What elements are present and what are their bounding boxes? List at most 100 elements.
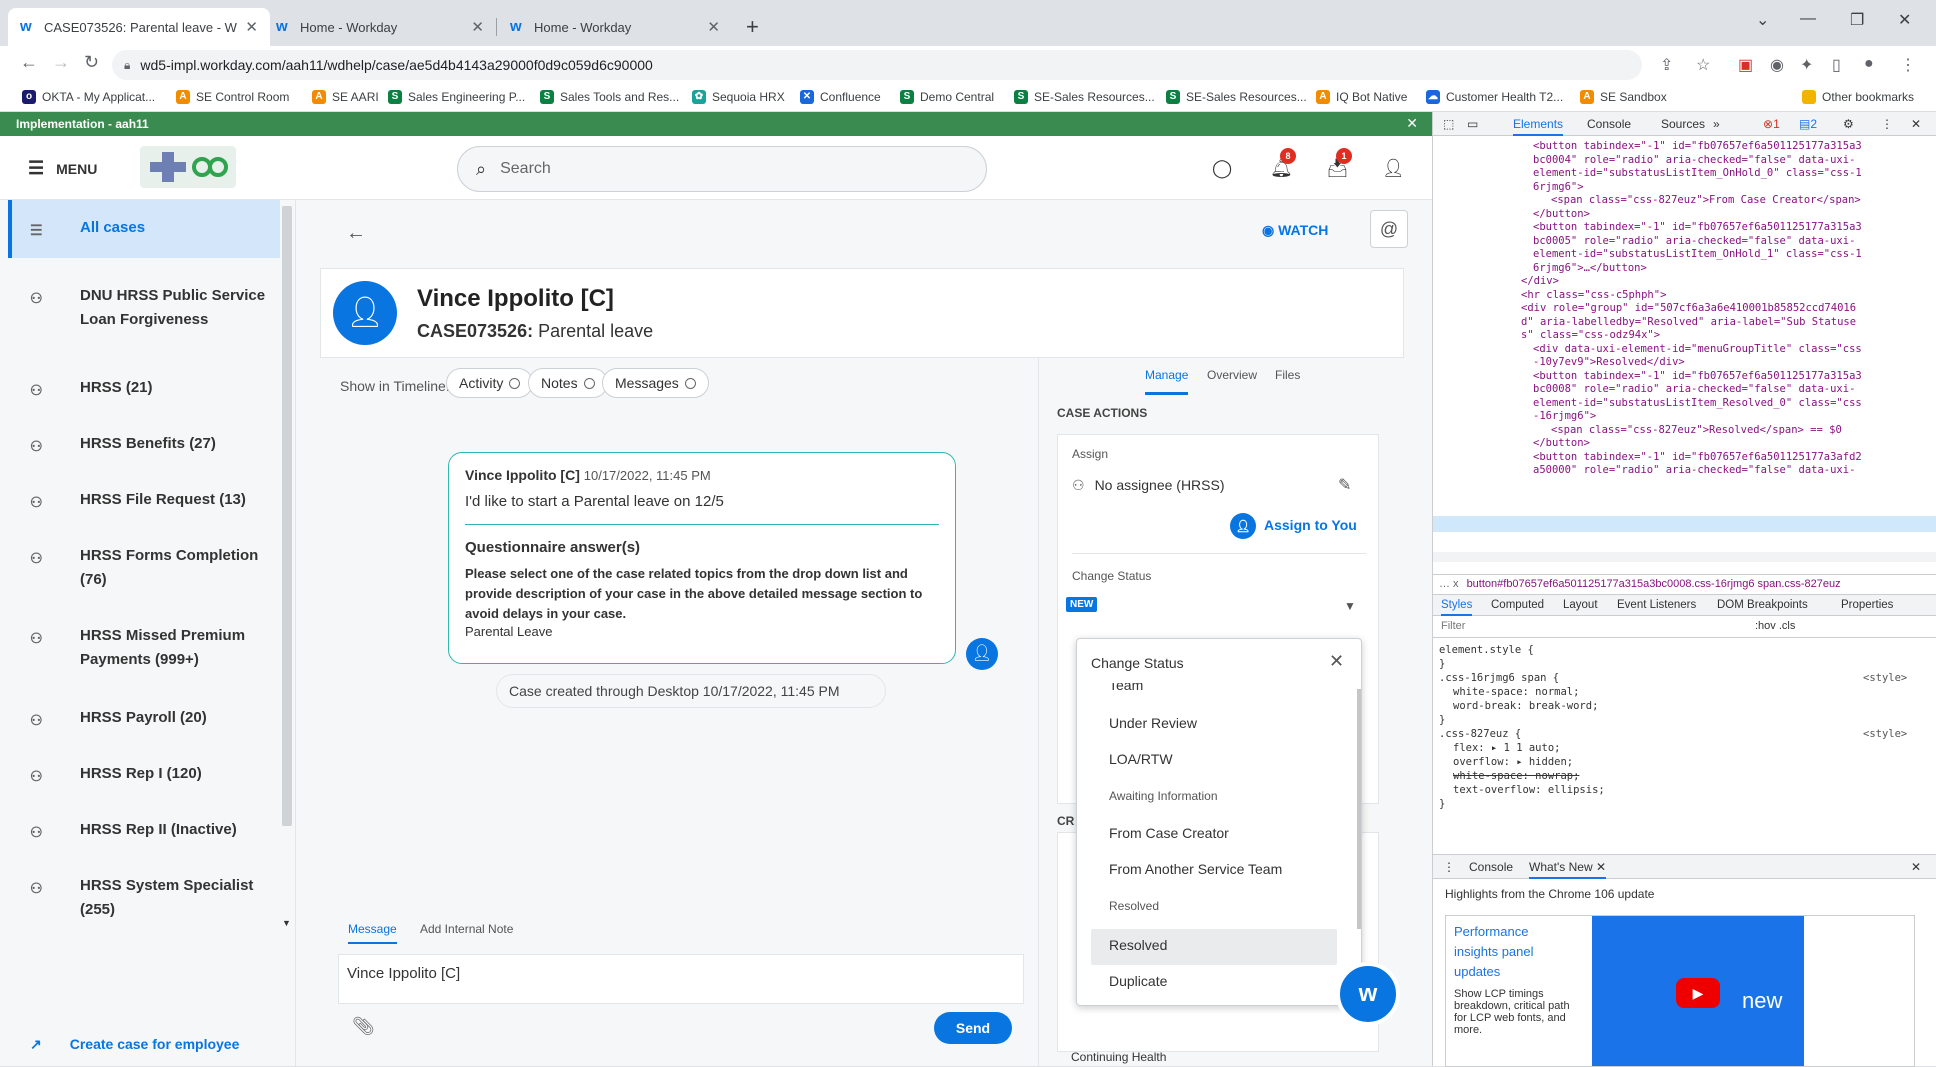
dom-tree[interactable]: <button tabindex="-1" id="fb07657ef6a501… bbox=[1433, 136, 1936, 566]
tab-drawer-console[interactable]: Console bbox=[1469, 860, 1513, 874]
tab-computed[interactable]: Computed bbox=[1491, 599, 1544, 611]
status-option-resolved[interactable]: Resolved bbox=[1109, 937, 1167, 953]
dom-line[interactable]: bc0004" role="radio" aria-checked="false… bbox=[1533, 154, 1855, 168]
profile-icon[interactable]: ● bbox=[1864, 55, 1874, 73]
tab-dom-breakpoints[interactable]: DOM Breakpoints bbox=[1717, 599, 1808, 611]
dom-horizontal-scrollbar[interactable] bbox=[1433, 552, 1936, 562]
browser-tab-home-1[interactable]: w Home - Workday ✕ bbox=[264, 8, 496, 46]
close-devtools-icon[interactable]: ✕ bbox=[1911, 117, 1921, 131]
bookmark-item[interactable]: A IQ Bot Native bbox=[1316, 90, 1407, 104]
dom-line[interactable]: bc0005" role="radio" aria-checked="false… bbox=[1533, 235, 1855, 249]
popup-scrollbar[interactable] bbox=[1357, 689, 1361, 929]
close-popup-icon[interactable]: ✕ bbox=[1329, 651, 1344, 672]
dom-line[interactable]: </button> bbox=[1533, 437, 1590, 451]
dom-line[interactable]: 6rjmg6"> bbox=[1533, 181, 1584, 195]
share-icon[interactable]: ⇪ bbox=[1660, 55, 1673, 75]
side-panel-icon[interactable]: ▯ bbox=[1832, 55, 1841, 75]
status-option-duplicate[interactable]: Duplicate bbox=[1109, 973, 1167, 989]
dom-line[interactable]: a50000" role="radio" aria-checked="false… bbox=[1533, 464, 1855, 478]
tab-whats-new[interactable]: What's New ✕ bbox=[1529, 860, 1607, 879]
bookmark-item[interactable]: S Sales Engineering P... bbox=[388, 90, 525, 104]
dom-line[interactable]: <div data-uxi-element-id="menuGroupTitle… bbox=[1533, 343, 1862, 357]
filter-notes[interactable]: Notes bbox=[528, 368, 608, 398]
forward-icon[interactable]: → bbox=[52, 52, 70, 73]
bookmark-star-icon[interactable]: ☆ bbox=[1696, 55, 1710, 75]
close-tab-icon[interactable]: ✕ bbox=[707, 18, 720, 36]
bookmark-item[interactable]: ✿ Sequoia HRX bbox=[692, 90, 785, 104]
dom-line[interactable]: <span class="css-827euz">Resolved</span>… bbox=[1551, 424, 1842, 438]
style-source[interactable]: <style> bbox=[1863, 728, 1907, 742]
address-bar[interactable]: 🔒︎ wd5-impl.workday.com/aah11/wdhelp/cas… bbox=[112, 50, 1642, 80]
minimize-button[interactable]: — bbox=[1800, 10, 1816, 28]
dom-line[interactable]: -16rjmg6"> bbox=[1533, 410, 1596, 424]
inspect-element-icon[interactable]: ⬚ bbox=[1443, 117, 1454, 131]
error-count[interactable]: ⊗1 bbox=[1763, 117, 1780, 131]
close-drawer-icon[interactable]: ✕ bbox=[1911, 860, 1921, 874]
extension-icon[interactable]: ◉ bbox=[1770, 55, 1784, 75]
reload-icon[interactable]: ↻ bbox=[84, 52, 99, 73]
tab-overview[interactable]: Overview bbox=[1207, 368, 1257, 382]
workday-assistant-button[interactable]: w bbox=[1336, 962, 1400, 1026]
back-icon[interactable]: ← bbox=[20, 52, 38, 73]
status-option-team[interactable]: Team bbox=[1109, 683, 1143, 693]
restore-button[interactable]: ❐ bbox=[1850, 10, 1864, 30]
attach-paperclip-icon[interactable]: 📎︎ bbox=[352, 1016, 375, 1037]
tab-internal-note[interactable]: Add Internal Note bbox=[420, 922, 513, 936]
bookmark-item[interactable]: A SE Sandbox bbox=[1580, 90, 1667, 104]
profile-avatar-icon[interactable]: 👤︎ bbox=[1382, 158, 1405, 179]
tab-console[interactable]: Console bbox=[1587, 117, 1631, 131]
chrome-menu-icon[interactable]: ⋮ bbox=[1900, 55, 1916, 75]
menu-button[interactable]: ☰ MENU bbox=[28, 158, 97, 179]
tab-search-icon[interactable]: ⌄ bbox=[1756, 10, 1769, 30]
dom-line[interactable]: -10y7ev9">Resolved</div> bbox=[1533, 356, 1685, 370]
close-tab-icon[interactable]: ✕ bbox=[245, 18, 258, 36]
message-count[interactable]: ▤2 bbox=[1799, 117, 1817, 131]
company-logo[interactable] bbox=[140, 146, 236, 188]
tab-elements[interactable]: Elements bbox=[1513, 117, 1564, 136]
dom-line[interactable]: element-id="substatusListItem_Resolved_0… bbox=[1533, 397, 1862, 411]
more-tabs-icon[interactable]: » bbox=[1713, 117, 1720, 131]
tab-message[interactable]: Message bbox=[348, 922, 397, 944]
browser-tab-case[interactable]: w CASE073526: Parental leave - Wo ✕ bbox=[8, 8, 270, 46]
dom-line[interactable]: <div role="group" id="507cf6a3a6e410001b… bbox=[1521, 302, 1856, 316]
create-case-link[interactable]: ↗ Create case for employee bbox=[30, 1036, 239, 1053]
tab-sources[interactable]: Sources bbox=[1661, 117, 1705, 131]
dom-line[interactable]: element-id="substatusListItem_OnHold_0" … bbox=[1533, 167, 1862, 181]
inbox-icon[interactable]: 📥︎ 1 bbox=[1326, 148, 1352, 179]
status-option-under-review[interactable]: Under Review bbox=[1109, 715, 1197, 731]
dom-line[interactable]: <button tabindex="-1" id="fb07657ef6a501… bbox=[1533, 140, 1862, 154]
bookmark-item[interactable]: ✕ Confluence bbox=[800, 90, 881, 104]
message-input[interactable]: Vince Ippolito [C] bbox=[338, 954, 1024, 1004]
notifications-bell-icon[interactable]: 🔔︎ 8 bbox=[1270, 148, 1296, 179]
send-button[interactable]: Send bbox=[934, 1012, 1012, 1044]
bookmark-item[interactable]: o OKTA - My Applicat... bbox=[22, 90, 155, 104]
case-requester-name[interactable]: Vince Ippolito [C] bbox=[417, 285, 614, 313]
bookmark-item[interactable]: S SE-Sales Resources... bbox=[1166, 90, 1307, 104]
dom-line[interactable]: bc0008" role="radio" aria-checked="false… bbox=[1533, 383, 1855, 397]
settings-gear-icon[interactable]: ⚙ bbox=[1843, 117, 1854, 131]
other-bookmarks[interactable]: Other bookmarks bbox=[1802, 90, 1914, 104]
sidebar-scrollbar[interactable] bbox=[282, 206, 292, 826]
tab-manage[interactable]: Manage bbox=[1145, 368, 1189, 395]
styles-filter-input[interactable]: Filter :hov .cls bbox=[1433, 616, 1936, 638]
bookmark-item[interactable]: ☁ Customer Health T2... bbox=[1426, 90, 1563, 104]
extension-icon[interactable]: ▣ bbox=[1738, 55, 1753, 75]
tab-properties[interactable]: Properties bbox=[1841, 599, 1893, 611]
video-thumbnail[interactable]: ▶ new bbox=[1592, 916, 1804, 1066]
style-source[interactable]: <style> bbox=[1863, 672, 1907, 686]
dom-line[interactable]: </div> bbox=[1521, 275, 1559, 289]
drawer-menu-icon[interactable]: ⋮ bbox=[1443, 860, 1455, 874]
bookmark-item[interactable]: A SE AARI bbox=[312, 90, 379, 104]
filter-activity[interactable]: Activity bbox=[446, 368, 534, 398]
dom-line[interactable]: element-id="substatusListItem_OnHold_1" … bbox=[1533, 248, 1862, 262]
dom-line[interactable]: <span class="css-827euz">From Case Creat… bbox=[1551, 194, 1861, 208]
bookmark-item[interactable]: S SE-Sales Resources... bbox=[1014, 90, 1155, 104]
tab-event-listeners[interactable]: Event Listeners bbox=[1617, 599, 1696, 611]
close-window-button[interactable]: ✕ bbox=[1898, 10, 1911, 30]
filter-tools[interactable]: :hov .cls bbox=[1755, 620, 1795, 632]
watch-button[interactable]: ◉ WATCH bbox=[1262, 222, 1328, 239]
status-select[interactable]: NEW ▼ bbox=[1064, 591, 1374, 621]
status-option-from-another-service-team[interactable]: From Another Service Team bbox=[1109, 861, 1282, 877]
dom-line[interactable]: </button> bbox=[1533, 208, 1590, 222]
chat-icon[interactable]: ◯ bbox=[1212, 158, 1232, 179]
